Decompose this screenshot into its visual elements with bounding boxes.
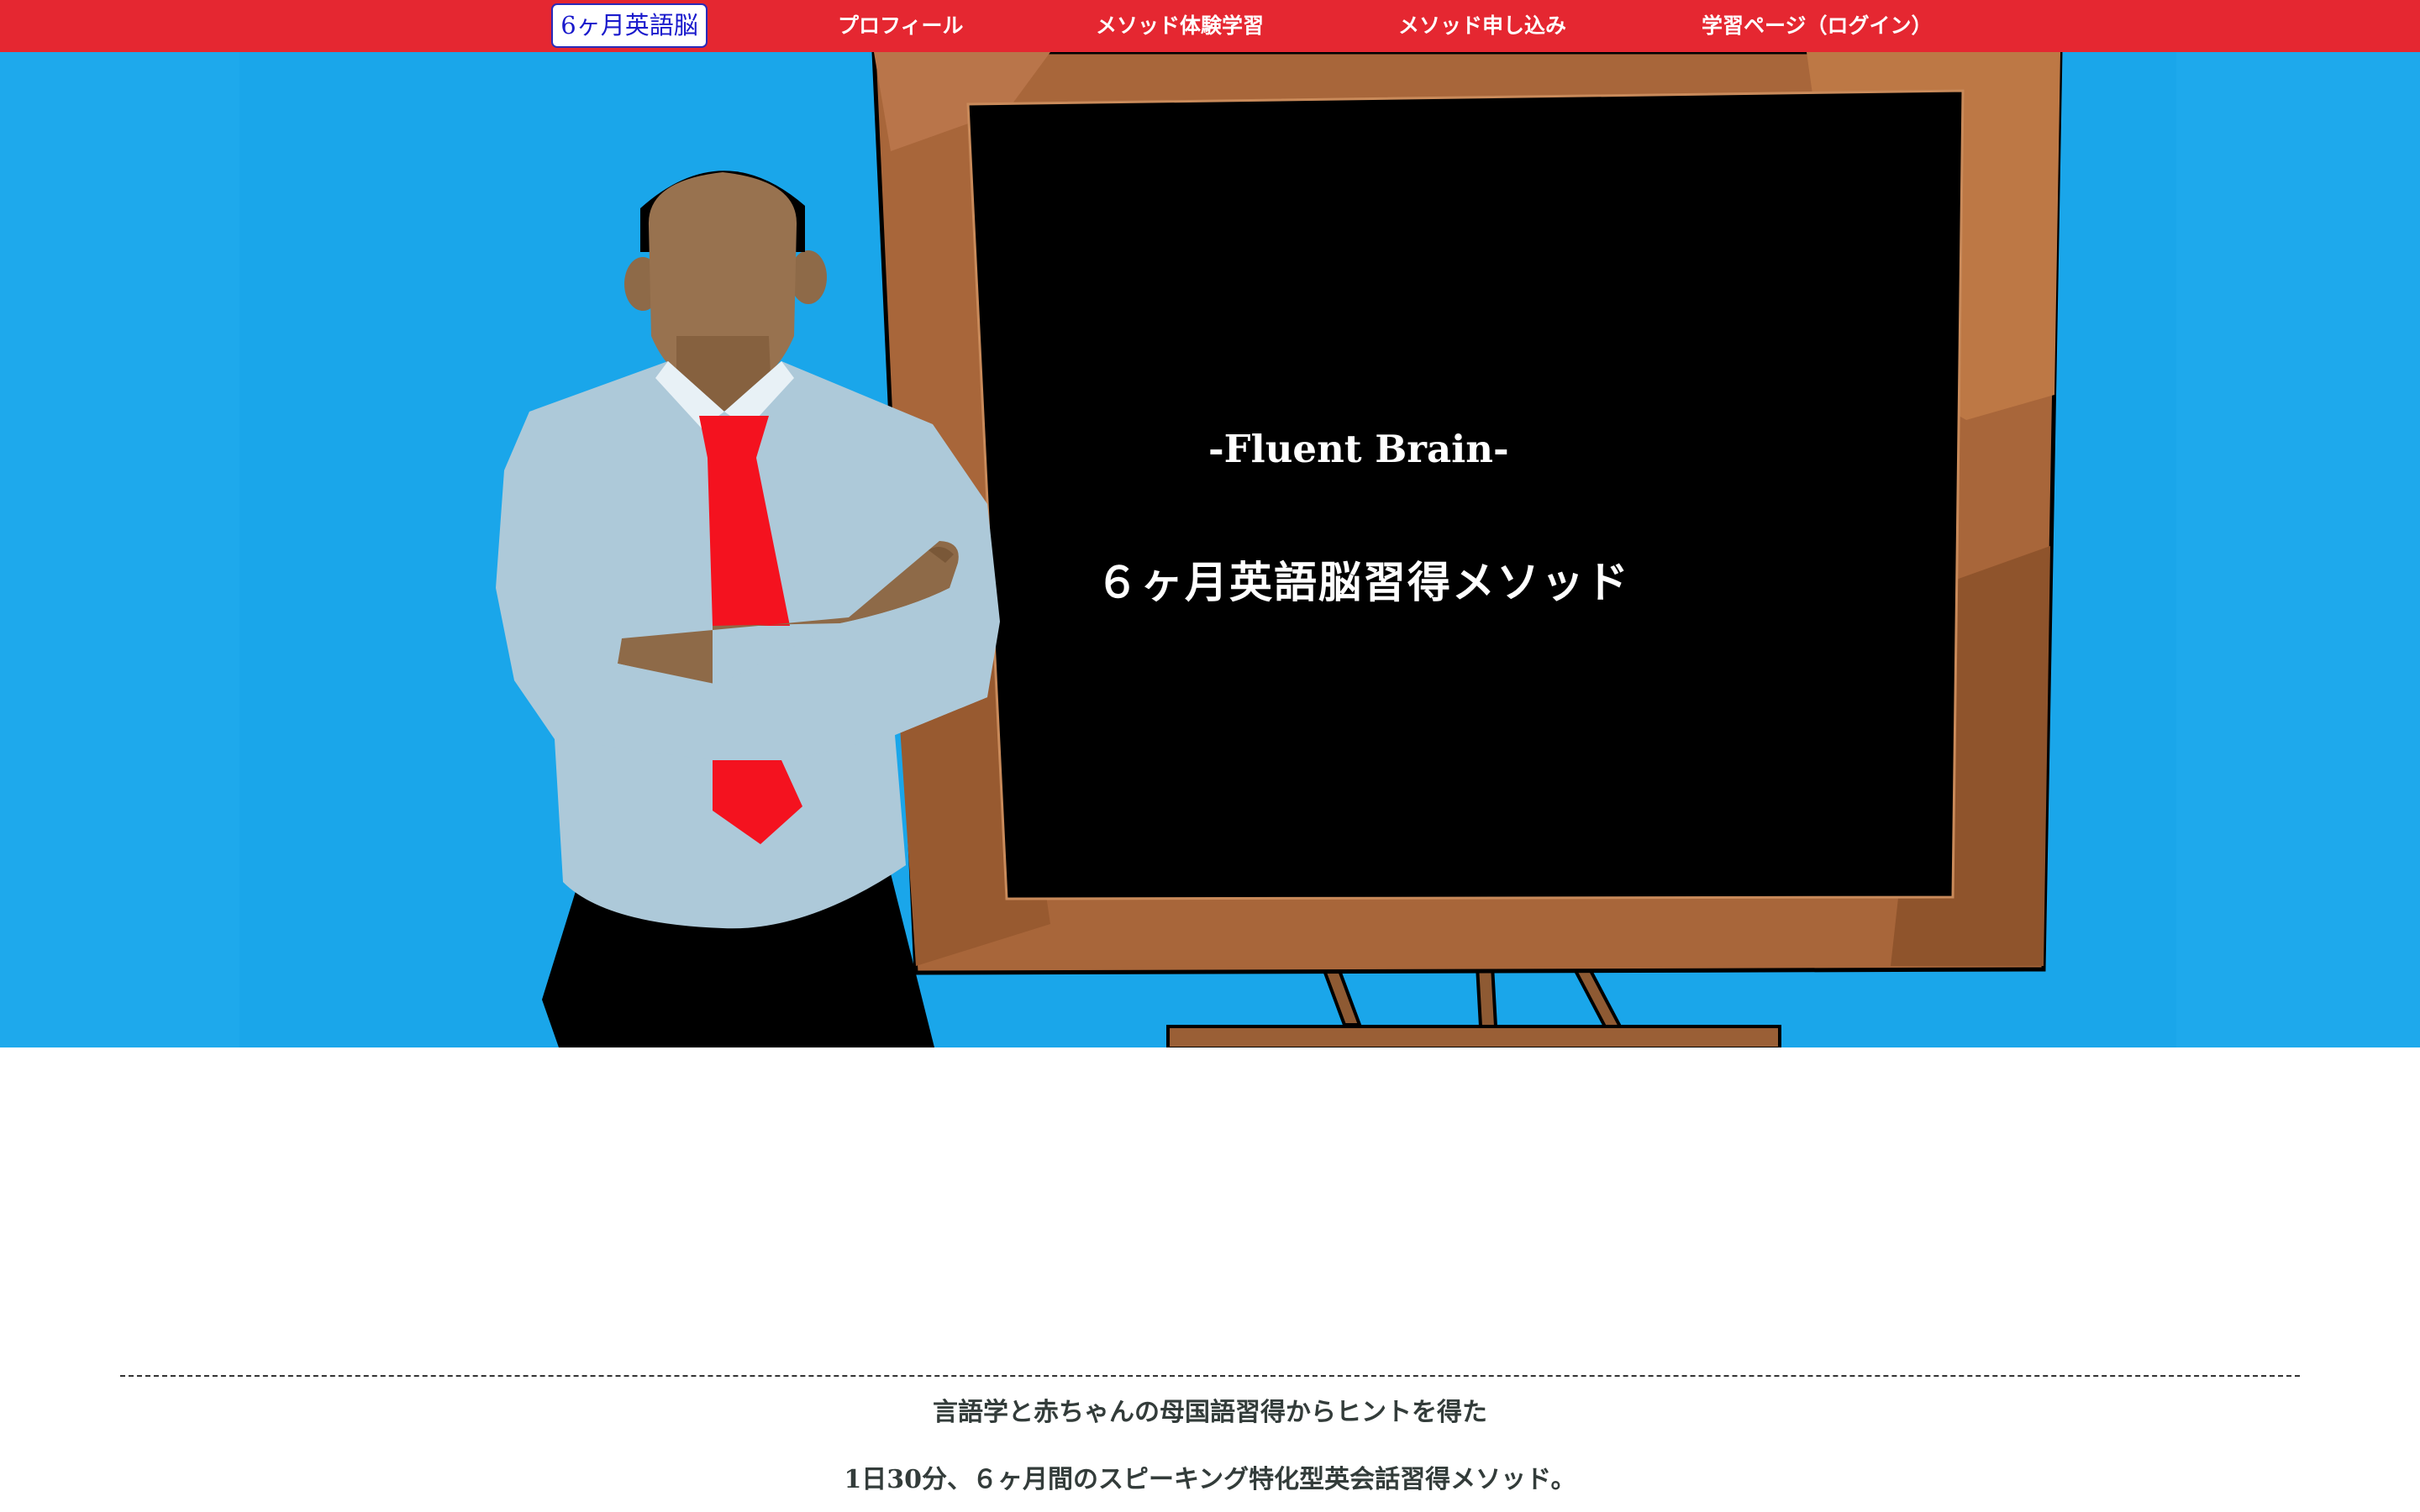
- section-divider: [120, 1375, 2300, 1377]
- nav-home-button[interactable]: 6ヶ月英語脳: [551, 3, 708, 48]
- board-title: -Fluent Brain-: [1208, 427, 1509, 471]
- nav-method-trial-link[interactable]: メソッド体験学習: [1096, 0, 1264, 52]
- top-navigation-bar: 6ヶ月英語脳 プロフィール メソッド体験学習 メソッド申し込み 学習ページ（ログ…: [0, 0, 2420, 52]
- board-subtitle: ６ヶ月英語脳習得メソッド: [1096, 558, 1631, 608]
- nav-method-apply-link[interactable]: メソッド申し込み: [1398, 0, 1566, 52]
- nav-profile-link[interactable]: プロフィール: [838, 0, 964, 52]
- nav-login-link[interactable]: 学習ページ（ログイン）: [1702, 0, 1933, 52]
- intro-line-1: 言語学と赤ちゃんの母国語習得からヒントを得た: [933, 1398, 1487, 1427]
- hero-banner: -Fluent Brain- ６ヶ月英語脳習得メソッド: [0, 52, 2420, 1047]
- intro-line-2: 1日30分、６ヶ月間のスピーキング特化型英会話習得メソッド。: [844, 1465, 1576, 1494]
